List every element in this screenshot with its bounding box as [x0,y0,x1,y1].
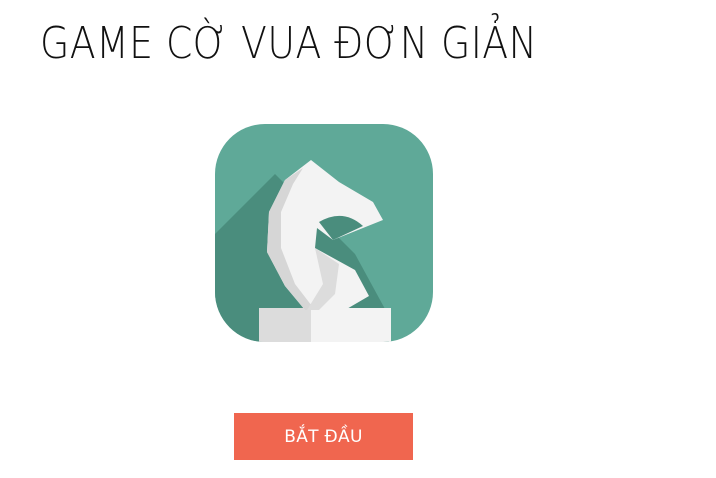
chess-knight-icon [215,124,433,342]
start-button[interactable]: BẮT ĐẦU [234,413,413,460]
page-title: GAME CỜ VUA ĐƠN GIẢN [40,18,538,69]
app-logo [215,124,433,342]
